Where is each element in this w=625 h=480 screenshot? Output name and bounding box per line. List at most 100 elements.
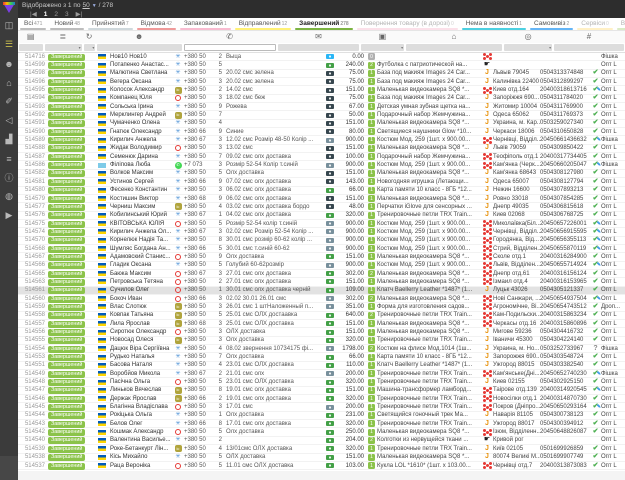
filter-input-id[interactable] bbox=[19, 44, 43, 51]
status-badge: Завершений bbox=[48, 246, 85, 253]
order-amount: 351.00 bbox=[336, 303, 366, 311]
payment-cell bbox=[324, 78, 336, 86]
marketing-icon[interactable]: ◁ bbox=[0, 111, 18, 130]
client-name: Бокоч Иван bbox=[110, 295, 172, 303]
filter-input-payment[interactable]: ▾ bbox=[361, 44, 404, 51]
filter-input-phone[interactable] bbox=[184, 44, 277, 51]
last-page-button[interactable]: ▶| bbox=[76, 10, 83, 18]
order-status: Завершений bbox=[48, 53, 94, 61]
nova-poshta-icon bbox=[486, 89, 489, 92]
tab-повернення-товару-в-дорозі-[interactable]: Повернення товару (в дорозі)0 bbox=[355, 18, 460, 30]
phone-column-icon[interactable]: ✆ bbox=[182, 31, 277, 43]
filter-input-client[interactable] bbox=[97, 44, 181, 51]
client-column-icon[interactable]: ☻ bbox=[96, 31, 182, 43]
page-size-caret-icon[interactable]: ▼ bbox=[92, 3, 97, 9]
delivery-city: Новосілки отд.1 bbox=[493, 395, 540, 403]
ttn-status-cell: ✔ bbox=[590, 278, 601, 286]
quantity-badge: 1 bbox=[368, 303, 375, 310]
tab-всі[interactable]: Всі471 bbox=[18, 18, 48, 30]
dashboard-icon[interactable]: ◫ bbox=[0, 16, 18, 35]
clients-icon[interactable]: ☻ bbox=[0, 54, 18, 73]
orders-count: 5 bbox=[212, 169, 226, 177]
filter-input-status[interactable]: ▾ bbox=[45, 44, 82, 51]
delivery-cell bbox=[481, 161, 493, 169]
info-icon[interactable]: ⓘ bbox=[0, 168, 18, 187]
id-column-icon[interactable]: ▤ bbox=[18, 31, 43, 43]
filter-input-address[interactable]: ▾ bbox=[504, 44, 552, 51]
table-header: ▤≣↻☻✆✉▣⌂◎# bbox=[18, 31, 625, 43]
justin-delivery-icon: J bbox=[485, 336, 489, 344]
comment-column-icon[interactable]: ✉ bbox=[277, 31, 360, 43]
country-column-icon[interactable]: ↻ bbox=[82, 31, 96, 43]
status-badge: Завершений bbox=[48, 229, 85, 236]
first-page-button[interactable]: |◀ bbox=[30, 10, 37, 18]
tab-underline bbox=[617, 28, 625, 30]
video-icon[interactable]: ▶ bbox=[0, 206, 18, 225]
orders-count: 3 bbox=[212, 78, 226, 86]
order-id: 514566 bbox=[18, 261, 48, 269]
quantity-badge: 1 bbox=[368, 87, 375, 94]
tab-запакований[interactable]: Запакований1 bbox=[178, 18, 233, 30]
filter-input-ttn[interactable] bbox=[554, 44, 624, 51]
delivery-city: Чернівці, Відділ... bbox=[493, 136, 540, 144]
globe-icon[interactable]: ◍ bbox=[0, 187, 18, 206]
country-cell bbox=[94, 420, 110, 428]
source-cell: lc bbox=[172, 395, 184, 403]
filter-input-product[interactable] bbox=[406, 44, 502, 51]
statistics-icon[interactable]: ▟ bbox=[0, 130, 18, 149]
client-name: Черниш Максим bbox=[110, 203, 172, 211]
delivery-cell: J bbox=[481, 203, 493, 211]
warehouse-icon[interactable]: ⌂ bbox=[0, 73, 18, 92]
settings-icon[interactable]: ≡ bbox=[0, 149, 18, 168]
tab-нема-в-наявності[interactable]: Нема в наявності1 bbox=[460, 18, 528, 30]
orders-icon[interactable]: ☰ bbox=[0, 35, 18, 54]
tab-underline bbox=[357, 28, 458, 30]
page-button-3[interactable]: 3 bbox=[65, 11, 69, 18]
payment-type-icon bbox=[326, 146, 334, 151]
quantity-badge: 1 bbox=[368, 454, 375, 461]
status-column-icon[interactable]: ≣ bbox=[43, 31, 82, 43]
quantity-badge: 1 bbox=[368, 253, 375, 260]
quantity-cell: 1 bbox=[366, 236, 377, 244]
quantity-badge: 1 bbox=[368, 162, 375, 169]
product-column-icon[interactable]: ⌂ bbox=[405, 31, 503, 43]
order-id: 514593 bbox=[18, 103, 48, 111]
tracking-number bbox=[540, 53, 590, 61]
client-name: Лила Ярослав bbox=[110, 320, 172, 328]
source-cell: ✆ bbox=[172, 161, 184, 169]
delivery-city: Запоріжжя 690... bbox=[493, 94, 540, 102]
delivery-city: Сколе отд.1 bbox=[493, 253, 540, 261]
manager-comment: 20.02 смс зелена bbox=[226, 69, 324, 77]
nova-poshta-icon bbox=[486, 55, 489, 58]
tab-новий[interactable]: Новий48 bbox=[48, 18, 86, 30]
tab-самовивіз[interactable]: Самовивіз2 bbox=[528, 18, 575, 30]
page-button-2[interactable]: 2 bbox=[54, 11, 58, 18]
status-badge: Завершений bbox=[48, 170, 85, 177]
page-size-dropdown[interactable]: 50 bbox=[82, 2, 89, 9]
tasks-icon[interactable]: ✐ bbox=[0, 92, 18, 111]
tab-сервіси[interactable]: Сервіси0 bbox=[575, 18, 614, 30]
filter-input-comment[interactable] bbox=[278, 44, 359, 51]
payment-column-icon[interactable]: ▣ bbox=[360, 31, 405, 43]
delivery-city: Житомир 10004 bbox=[493, 103, 540, 111]
client-name: Рудько Наталья bbox=[110, 353, 172, 361]
tab-прийнятий[interactable]: Прийнятий7 bbox=[86, 18, 135, 30]
tab-завершений[interactable]: Завершений278 bbox=[293, 18, 354, 30]
tab-відмова[interactable]: Відмова42 bbox=[135, 18, 178, 30]
filter-input-country[interactable]: ▾ bbox=[84, 44, 96, 51]
tab-в-дорозі-додому[interactable]: В дорозі додому0 bbox=[615, 18, 625, 30]
country-cell bbox=[94, 144, 110, 152]
table-row[interactable]: 514537ЗавершенийРаца Вероніка+380 50511.… bbox=[18, 462, 625, 470]
page-button-1[interactable]: 1 bbox=[44, 11, 48, 18]
filter-cell bbox=[405, 43, 503, 52]
payment-type-icon bbox=[326, 279, 334, 284]
tab-відправлений[interactable]: Відправлений12 bbox=[233, 18, 293, 30]
tracking-number: 0504300394912 bbox=[540, 420, 590, 428]
ttn-column-icon[interactable]: # bbox=[553, 31, 625, 43]
client-phone: +380 50 bbox=[184, 462, 212, 470]
client-name: Філіпова Люба bbox=[110, 161, 172, 169]
tab-count: 0 bbox=[451, 21, 454, 27]
client-name: Кобилинський Юрий bbox=[110, 211, 172, 219]
address-column-icon[interactable]: ◎ bbox=[503, 31, 553, 43]
app-logo[interactable] bbox=[0, 0, 18, 16]
